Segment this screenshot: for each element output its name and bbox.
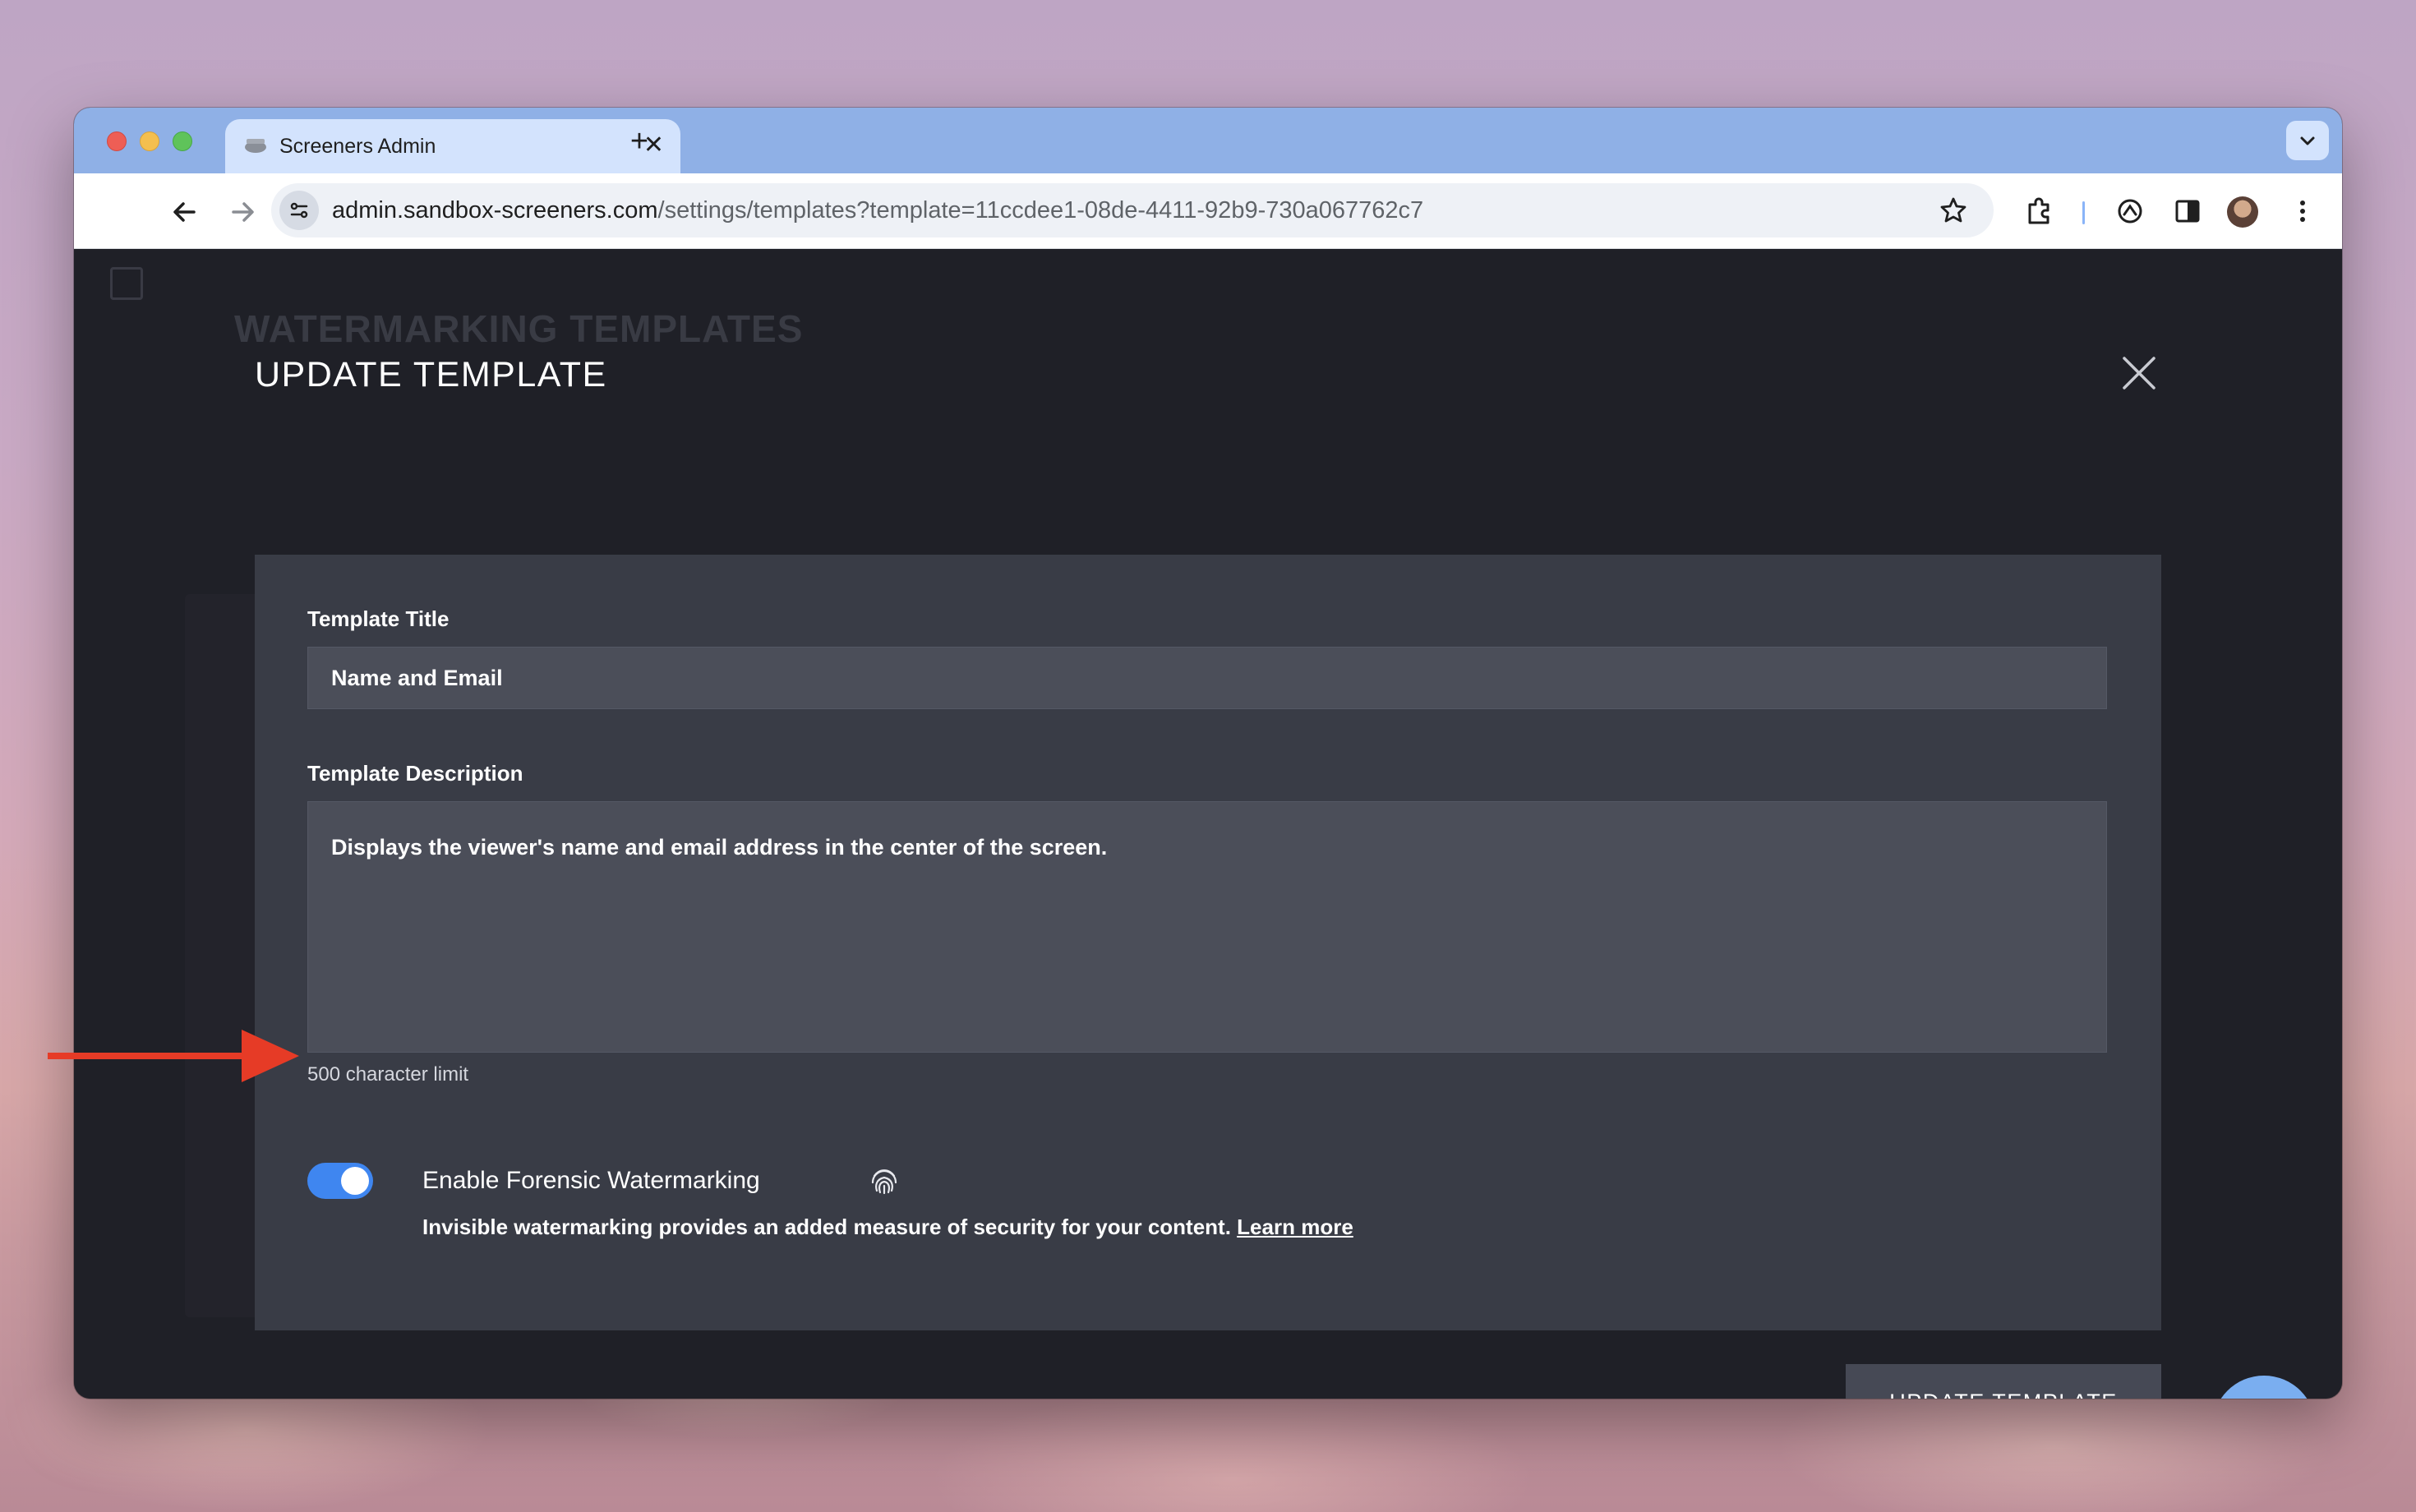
annotation-arrow [48, 1030, 299, 1082]
chat-bubble-icon [2212, 1376, 2316, 1399]
template-description-label: Template Description [307, 761, 523, 786]
address-bar[interactable]: admin.sandbox-screeners.com/settings/tem… [271, 183, 1994, 237]
browser-tab-active[interactable]: Screeners Admin ✕ [225, 119, 680, 173]
maximize-window-button[interactable] [173, 131, 192, 151]
toggle-knob [341, 1167, 369, 1195]
tab-search-button[interactable] [2286, 121, 2329, 160]
back-icon[interactable] [164, 191, 205, 233]
background-page-title: WATERMARKING TEMPLATES [234, 307, 804, 350]
page-content: WATERMARKING TEMPLATES UPDATE TEMPLATE T… [74, 249, 2342, 1399]
fingerprint-icon [871, 1169, 897, 1195]
forensic-watermarking-label: Enable Forensic Watermarking [422, 1167, 760, 1194]
template-title-label: Template Title [307, 606, 450, 631]
chat-widget-button[interactable] [2212, 1376, 2316, 1399]
url-path: /settings/templates?template=11ccdee1-08… [657, 197, 1424, 224]
forward-icon[interactable] [222, 191, 263, 233]
close-window-button[interactable] [107, 131, 127, 151]
update-template-button[interactable]: UPDATE TEMPLATE [1846, 1364, 2161, 1399]
chevron-down-icon [2300, 136, 2315, 145]
template-description-textarea[interactable]: Displays the viewer's name and email add… [307, 801, 2107, 1053]
forensic-watermarking-toggle[interactable] [307, 1163, 373, 1199]
template-form: Template Title Name and Email Template D… [255, 555, 2161, 1330]
browser-window: Screeners Admin ✕ + admin.sandbox-screen… [74, 108, 2342, 1399]
app-grid-icon [110, 267, 143, 300]
tab-bar: Screeners Admin ✕ + [74, 108, 2342, 173]
favicon-icon [245, 139, 266, 153]
profile-avatar[interactable] [2227, 196, 2258, 228]
template-title-input[interactable]: Name and Email [307, 647, 2107, 709]
site-info-button[interactable] [279, 191, 319, 230]
tune-icon [290, 202, 308, 219]
more-menu-icon[interactable] [2285, 193, 2321, 229]
toolbar-divider [2082, 201, 2085, 224]
forensic-watermarking-description: Invisible watermarking provides an added… [422, 1214, 1353, 1240]
minimize-window-button[interactable] [140, 131, 159, 151]
tab-title: Screeners Admin [279, 135, 436, 158]
character-limit-hint: 500 character limit [307, 1063, 469, 1086]
learn-more-link[interactable]: Learn more [1237, 1215, 1353, 1239]
modal-title: UPDATE TEMPLATE [255, 355, 607, 394]
forensic-description-text: Invisible watermarking provides an added… [422, 1215, 1231, 1239]
side-panel-icon[interactable] [2169, 193, 2206, 229]
browser-toolbar: admin.sandbox-screeners.com/settings/tem… [74, 173, 2342, 249]
extensions-icon[interactable] [2022, 193, 2058, 229]
url-host: admin.sandbox-screeners.com [332, 197, 658, 224]
extension-loop-icon[interactable] [2112, 193, 2148, 229]
new-tab-button[interactable]: + [616, 119, 662, 165]
url-text: admin.sandbox-screeners.com/settings/tem… [332, 196, 1423, 224]
bookmark-star-icon[interactable] [1938, 195, 1969, 226]
close-icon[interactable] [2120, 354, 2158, 392]
